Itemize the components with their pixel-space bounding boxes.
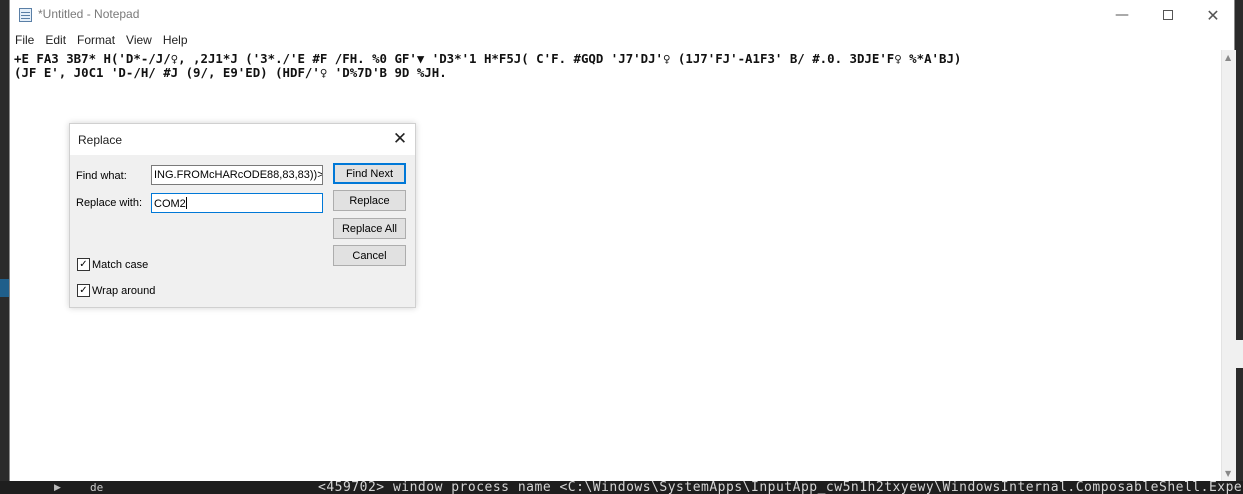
minimize-button[interactable]: — <box>1099 0 1145 30</box>
match-case-label[interactable]: Match case <box>92 259 148 271</box>
replace-all-button[interactable]: Replace All <box>333 218 406 239</box>
minimize-icon: — <box>1115 7 1129 23</box>
replace-button[interactable]: Replace <box>333 190 406 211</box>
language-label: de <box>90 481 104 494</box>
wrap-around-checkbox[interactable]: ✓ <box>77 284 90 297</box>
menu-view[interactable]: View <box>122 31 159 50</box>
editor-content: +E FA3 3B7* H('D*-/J/♀, ,2J1*J ('3*./'E … <box>14 52 961 80</box>
find-what-input[interactable]: ING.FROMcHARcODE88,83,83))> <box>151 165 323 185</box>
editor-line: (JF E', J0C1 'D-/H/ #J (9/, E9'ED) (HDF/… <box>14 65 447 80</box>
vertical-scrollbar[interactable]: ▲ ▼ <box>1221 50 1236 481</box>
maximize-icon <box>1163 10 1173 20</box>
scroll-up-icon[interactable]: ▲ <box>1225 53 1231 62</box>
menu-format[interactable]: Format <box>73 31 122 50</box>
window-title: *Untitled - Notepad <box>38 7 140 21</box>
background-terminal: ▶ de <459702> window process name <C:\Wi… <box>0 481 1243 494</box>
replace-with-label: Replace with: <box>76 197 143 209</box>
editor-line: +E FA3 3B7* H('D*-/J/♀, ,2J1*J ('3*./'E … <box>14 51 962 66</box>
replace-dialog: Replace ✕ Find what: ING.FROMcHARcODE88,… <box>69 123 416 308</box>
match-case-checkbox[interactable]: ✓ <box>77 258 90 271</box>
menu-edit[interactable]: Edit <box>41 31 73 50</box>
close-icon: ✕ <box>1206 5 1220 25</box>
title-bar[interactable]: *Untitled - Notepad — ✕ <box>10 0 1234 30</box>
background-highlight <box>0 279 9 297</box>
find-what-label: Find what: <box>76 170 127 182</box>
background-window-left <box>0 0 9 494</box>
close-button[interactable]: ✕ <box>1190 0 1236 30</box>
expand-arrow-icon: ▶ <box>54 483 61 493</box>
dialog-title-bar[interactable]: Replace ✕ <box>70 124 415 155</box>
replace-with-input[interactable]: COM2 <box>151 193 323 213</box>
replace-with-value: COM2 <box>154 198 186 210</box>
background-panel <box>1235 340 1243 368</box>
find-next-button[interactable]: Find Next <box>333 163 406 184</box>
terminal-log-line: <459702> window process name <C:\Windows… <box>318 481 1243 494</box>
dialog-close-icon[interactable]: ✕ <box>388 127 412 151</box>
maximize-button[interactable] <box>1145 0 1191 30</box>
cancel-button[interactable]: Cancel <box>333 245 406 266</box>
background-window-right <box>1235 0 1243 494</box>
find-what-value: ING.FROMcHARcODE88,83,83))> <box>154 169 323 181</box>
wrap-around-label[interactable]: Wrap around <box>92 285 155 297</box>
menu-help[interactable]: Help <box>159 31 195 50</box>
menu-bar: File Edit Format View Help <box>10 31 1234 50</box>
text-caret <box>185 197 187 209</box>
scroll-down-icon[interactable]: ▼ <box>1225 469 1231 478</box>
dialog-title: Replace <box>78 133 123 147</box>
menu-file[interactable]: File <box>10 31 41 50</box>
notepad-icon <box>19 8 32 22</box>
